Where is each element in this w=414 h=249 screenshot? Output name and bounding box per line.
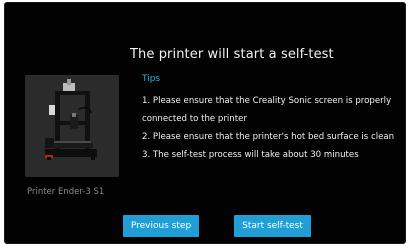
printer-name-label: Printer Ender-3 S1: [27, 187, 105, 197]
tip-item-1: 1. Please ensure that the Creality Sonic…: [142, 96, 392, 124]
self-test-dialog: The printer will start a self-test Print…: [4, 2, 406, 244]
printer-image: [25, 75, 119, 177]
dialog-title: The printer will start a self-test: [130, 47, 334, 62]
tips-list: 1. Please ensure that the Creality Sonic…: [142, 92, 414, 164]
tip-item-3: 3. The self-test process will take about…: [142, 150, 359, 160]
start-self-test-button[interactable]: Start self-test: [234, 215, 311, 237]
previous-step-button[interactable]: Previous step: [123, 215, 199, 237]
printer-icon: [45, 79, 97, 160]
tip-item-2: 2. Please ensure that the printer's hot …: [142, 132, 395, 142]
tips-heading: Tips: [142, 74, 161, 84]
